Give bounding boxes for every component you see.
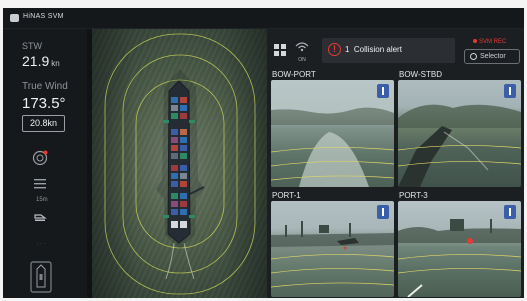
wind-label: True Wind (22, 81, 68, 92)
stw-unit: kn (51, 59, 60, 68)
camera-feed-bow-stbd[interactable] (398, 80, 521, 187)
port-1-scene (271, 221, 394, 288)
wifi-toggle[interactable]: ON (293, 39, 311, 63)
alert-message: Collision alert (353, 45, 402, 54)
wind-speed: 20.8kn (22, 115, 65, 132)
camera-label-port-3: PORT-3 (399, 191, 428, 200)
svm-rec-indicator: SVM REC (473, 39, 506, 45)
camera-badge-icon (377, 205, 389, 219)
wifi-icon (295, 42, 309, 52)
app-logo-icon (10, 14, 19, 22)
camera-panel: ON ! 1 Collision alert SVM REC Selector … (267, 29, 524, 298)
port-3-scene (398, 219, 521, 297)
compass-icon[interactable] (32, 150, 48, 166)
rec-label: SVM REC (479, 39, 507, 45)
vessel-outline-icon[interactable] (30, 261, 52, 293)
surround-view-map[interactable] (92, 29, 268, 298)
stw-readout: 21.9 kn (22, 53, 60, 69)
alert-text: 1 Collision alert (345, 45, 402, 54)
camera-label-bow-port: BOW-PORT (272, 70, 316, 79)
camera-label-bow-stbd: BOW-STBD (399, 70, 442, 79)
camera-badge-icon (504, 205, 516, 219)
alert-count: 1 (345, 45, 350, 54)
selector-label: Selector (480, 53, 506, 60)
record-icon (473, 39, 477, 44)
app-window: HiNAS SVM STW 21.9 kn True Wind 173.5° 20… (3, 8, 524, 298)
app-title: HiNAS SVM (23, 13, 64, 20)
selector-button[interactable]: Selector (464, 49, 520, 64)
stw-label: STW (22, 41, 42, 51)
collision-alert[interactable]: ! 1 Collision alert (322, 38, 455, 63)
layout-grid-icon[interactable] (274, 44, 286, 56)
wifi-status: ON (298, 57, 306, 63)
camera-feed-port-3[interactable] (398, 201, 521, 297)
stw-value: 21.9 (22, 53, 50, 69)
bow-stbd-scene (398, 104, 521, 187)
bow-port-scene (271, 107, 394, 187)
ship-overhead (163, 80, 205, 280)
range-label: 15m (36, 197, 48, 203)
title-bar: HiNAS SVM (3, 8, 524, 29)
camera-badge-icon (504, 84, 516, 98)
wind-direction: 173.5° (22, 95, 66, 112)
ship-icon[interactable] (33, 212, 47, 224)
info-panel: STW 21.9 kn True Wind 173.5° 20.8kn 15m ·… (3, 29, 87, 298)
camera-badge-icon (377, 84, 389, 98)
camera-label-port-1: PORT-1 (272, 191, 301, 200)
alert-icon: ! (328, 43, 341, 56)
camera-feed-port-1[interactable] (271, 201, 394, 297)
selector-icon (470, 52, 477, 60)
camera-feed-bow-port[interactable] (271, 80, 394, 187)
range-icon[interactable] (33, 177, 47, 195)
more-dots: ··· (36, 239, 47, 248)
